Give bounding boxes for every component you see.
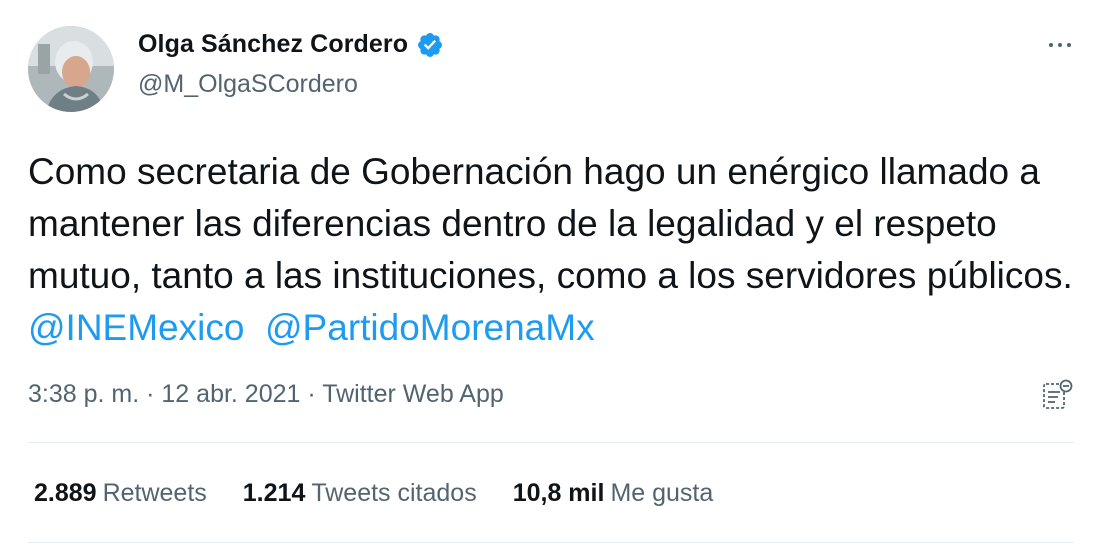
quotes-stat[interactable]: 1.214 Tweets citados bbox=[243, 479, 477, 508]
user-name-row: Olga Sánchez Cordero bbox=[138, 30, 444, 59]
meta-separator: · bbox=[146, 380, 155, 408]
tweet-body: Como secretaria de Gobernación hago un e… bbox=[28, 151, 1073, 296]
mention-partidomorenamx[interactable]: @PartidoMorenaMx bbox=[265, 307, 595, 348]
quotes-count: 1.214 bbox=[242, 479, 306, 507]
user-name[interactable]: Olga Sánchez Cordero bbox=[138, 30, 408, 59]
tweet-date[interactable]: 12 abr. 2021 bbox=[161, 380, 300, 408]
note-icon[interactable] bbox=[1040, 378, 1074, 412]
avatar[interactable] bbox=[28, 26, 114, 112]
quotes-label: Tweets citados bbox=[311, 479, 477, 507]
likes-label: Me gusta bbox=[610, 479, 714, 507]
mention-inemexico[interactable]: @INEMexico bbox=[28, 307, 244, 348]
divider bbox=[28, 442, 1074, 443]
divider bbox=[28, 542, 1074, 543]
retweets-label: Retweets bbox=[102, 479, 207, 507]
likes-stat[interactable]: 10,8 mil Me gusta bbox=[513, 479, 714, 508]
tweet-meta: 3:38 p. m. · 12 abr. 2021 · Twitter Web … bbox=[28, 380, 504, 409]
tweet-source[interactable]: Twitter Web App bbox=[322, 380, 504, 408]
tweet-text: Como secretaria de Gobernación hago un e… bbox=[28, 146, 1098, 354]
likes-count: 10,8 mil bbox=[512, 479, 605, 507]
retweets-count: 2.889 bbox=[34, 479, 97, 507]
tweet-stats: 2.889 Retweets 1.214 Tweets citados 10,8 m… bbox=[34, 479, 749, 508]
verified-badge-icon bbox=[418, 32, 443, 57]
retweets-stat[interactable]: 2.889 Retweets bbox=[34, 479, 207, 508]
tweet-time[interactable]: 3:38 p. m. bbox=[28, 380, 139, 408]
more-options-icon[interactable] bbox=[1040, 30, 1080, 60]
tweet-card: Olga Sánchez Cordero @M_OlgaSCordero Com… bbox=[0, 0, 1120, 554]
user-handle[interactable]: @M_OlgaSCordero bbox=[138, 70, 358, 99]
meta-separator: · bbox=[307, 380, 316, 408]
avatar-image bbox=[28, 26, 114, 112]
